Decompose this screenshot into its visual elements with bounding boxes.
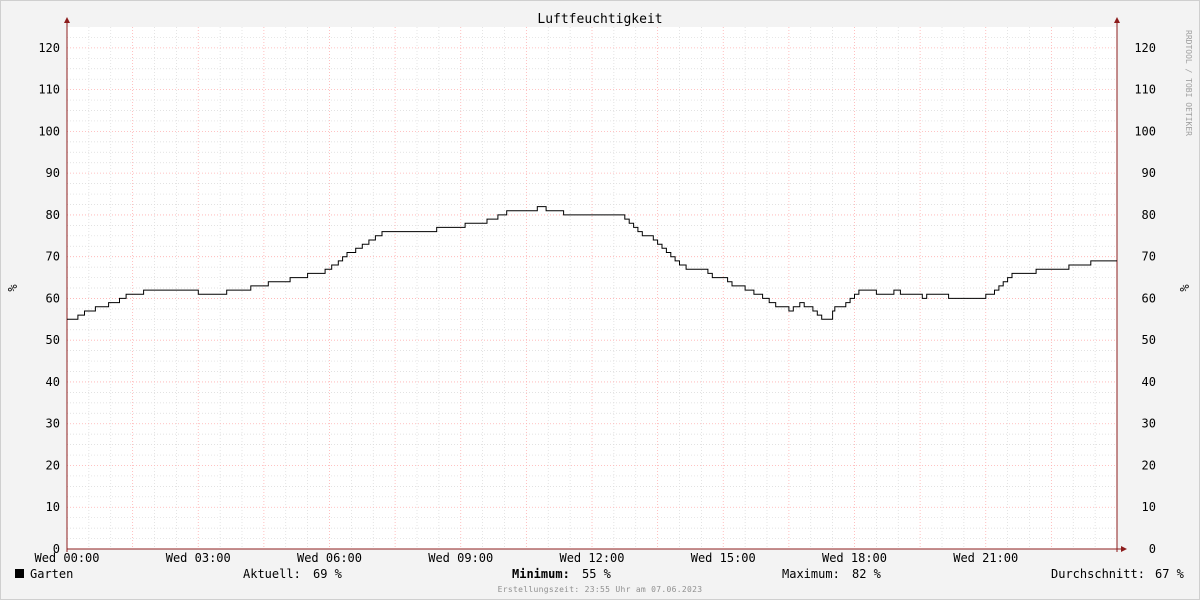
y-tick-label-left: 80 <box>46 208 60 222</box>
rrdtool-watermark: RRDTOOL / TOBI OETIKER <box>1184 30 1193 136</box>
y-tick-label-right: 70 <box>1142 250 1156 264</box>
x-tick-label: Wed 21:00 <box>953 551 1018 565</box>
minimum-label: Minimum: <box>512 567 570 581</box>
y-tick-label-left: 120 <box>38 41 60 55</box>
y-tick-label-right: 60 <box>1142 291 1156 305</box>
current-value: 69 % <box>313 567 342 581</box>
legend: Garten Aktuell: 69 % Minimum: 55 % Maxim… <box>0 566 1200 584</box>
y-tick-label-right: 50 <box>1142 333 1156 347</box>
minimum-value: 55 % <box>582 567 611 581</box>
y-tick-label-left: 90 <box>46 166 60 180</box>
y-tick-label-left: 70 <box>46 250 60 264</box>
humidity-chart: Luftfeuchtigkeit RRDTOOL / TOBI OETIKER … <box>5 12 1193 565</box>
legend-swatch <box>15 569 24 578</box>
y-axis-unit-right: % <box>1177 284 1191 292</box>
y-tick-label-right: 10 <box>1142 500 1156 514</box>
y-tick-label-right: 80 <box>1142 208 1156 222</box>
x-tick-label: Wed 00:00 <box>34 551 99 565</box>
y-tick-label-right: 110 <box>1134 83 1156 97</box>
x-axis-arrow <box>1121 546 1127 552</box>
x-tick-label: Wed 12:00 <box>559 551 624 565</box>
plot-area: 0 010 1020 2030 3040 4050 5060 6070 7080 8090 9010… <box>34 17 1156 565</box>
y-tick-label-left: 100 <box>38 124 60 138</box>
x-tick-label: Wed 15:00 <box>691 551 756 565</box>
y-tick-label-right: 100 <box>1134 124 1156 138</box>
y-tick-label-left: 50 <box>46 333 60 347</box>
y-axis-arrow-right <box>1114 17 1120 23</box>
x-tick-label: Wed 09:00 <box>428 551 493 565</box>
x-tick-label: Wed 03:00 <box>166 551 231 565</box>
maximum-value: 82 % <box>852 567 881 581</box>
chart-title: Luftfeuchtigkeit <box>537 12 662 27</box>
y-tick-label-left: 110 <box>38 83 60 97</box>
average-value: 67 % <box>1155 567 1184 581</box>
x-tick-label: Wed 18:00 <box>822 551 887 565</box>
legend-series-label: Garten <box>30 567 74 581</box>
y-tick-label-left: 20 <box>46 458 60 472</box>
y-tick-label-left: 30 <box>46 417 60 431</box>
average-label: Durchschnitt: <box>1051 567 1145 581</box>
maximum-label: Maximum: <box>782 567 840 581</box>
y-tick-label-left: 40 <box>46 375 60 389</box>
current-label: Aktuell: <box>243 567 301 581</box>
y-tick-label-left: 60 <box>46 291 60 305</box>
y-tick-label-left: 10 <box>46 500 60 514</box>
y-tick-label-right: 30 <box>1142 417 1156 431</box>
y-tick-label-right: 0 <box>1149 542 1156 556</box>
y-axis-arrow-left <box>64 17 70 23</box>
y-axis-unit-left: % <box>5 284 19 292</box>
y-tick-label-right: 40 <box>1142 375 1156 389</box>
y-tick-label-right: 20 <box>1142 458 1156 472</box>
y-tick-label-right: 120 <box>1134 41 1156 55</box>
x-tick-label: Wed 06:00 <box>297 551 362 565</box>
y-tick-label-right: 90 <box>1142 166 1156 180</box>
creation-time-footer: Erstellungszeit: 23:55 Uhr am 07.06.2023 <box>497 585 703 594</box>
